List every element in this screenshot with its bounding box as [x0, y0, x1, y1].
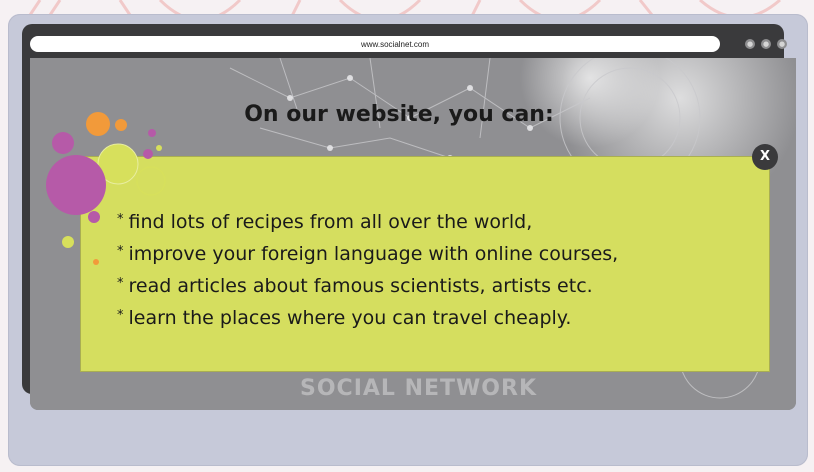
close-popup-button[interactable]: X	[752, 144, 778, 170]
decorative-bubbles	[46, 112, 166, 265]
